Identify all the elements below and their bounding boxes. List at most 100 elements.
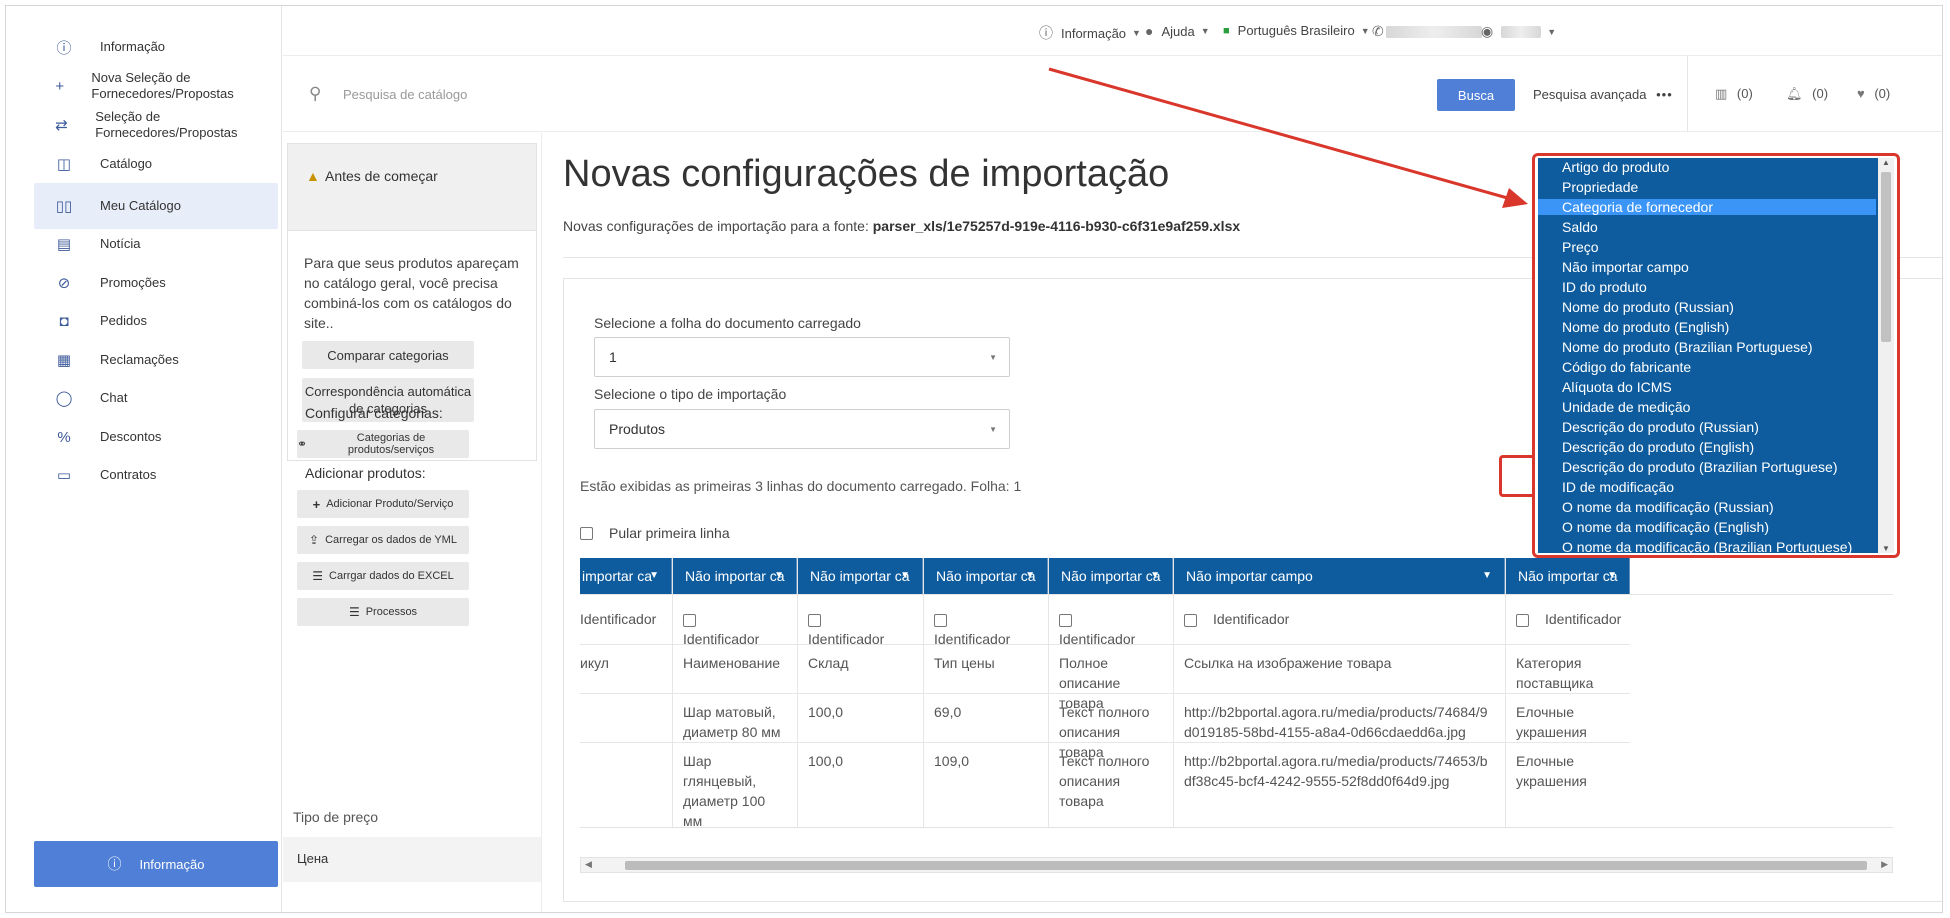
scroll-right-icon[interactable]: ▶ bbox=[1881, 859, 1888, 870]
document-icon: ▭ bbox=[56, 467, 72, 484]
table-column: importar ca ▼ Identificador икул bbox=[580, 558, 673, 827]
language-menu[interactable]: ■ Português Brasileiro ▼ bbox=[1223, 23, 1370, 38]
notifications-counter[interactable]: 🔔︎ (0) bbox=[1786, 86, 1828, 102]
scrollbar-thumb[interactable] bbox=[625, 861, 1867, 870]
dropdown-option[interactable]: ID do produto bbox=[1538, 279, 1876, 295]
price-type-item[interactable]: Цена bbox=[283, 837, 541, 882]
column-field-select[interactable]: Não importar ca ▼ bbox=[1049, 558, 1173, 594]
checkbox[interactable] bbox=[580, 526, 593, 540]
preview-table: importar ca ▼ Identificador икул Não impo… bbox=[580, 558, 1893, 828]
dropdown-list: Artigo do produto Propriedade Categoria … bbox=[1538, 158, 1894, 553]
search-button[interactable]: Busca bbox=[1437, 79, 1515, 111]
add-product-button[interactable]: + Adicionar Produto/Serviço bbox=[297, 490, 469, 518]
dropdown-option[interactable]: ID de modificação bbox=[1538, 479, 1876, 495]
horizontal-scrollbar[interactable]: ◀ ▶ bbox=[580, 857, 1893, 873]
table-column: Não importar campo ▼ Identificador Ссылка… bbox=[1174, 558, 1506, 827]
bell-icon: 🔔︎ bbox=[1786, 86, 1803, 101]
user-menu[interactable]: ◉ ▼ bbox=[1481, 23, 1556, 40]
dropdown-option[interactable]: Artigo do produto bbox=[1538, 159, 1876, 175]
info-menu[interactable]: ⓘ Informação ▼ bbox=[1039, 23, 1141, 43]
column-field-select[interactable]: Não importar ca ▼ bbox=[924, 558, 1048, 594]
scroll-up-icon[interactable]: ▲ bbox=[1882, 158, 1890, 167]
info-button-label: Informação bbox=[139, 856, 205, 872]
dropdown-option[interactable]: Descrição do produto (Brazilian Portugue… bbox=[1538, 459, 1876, 475]
column-field-select[interactable]: Não importar campo ▼ bbox=[1174, 558, 1505, 594]
favorites-count: (0) bbox=[1874, 86, 1891, 101]
dropdown-option[interactable]: Propriedade bbox=[1538, 179, 1876, 195]
identifier-checkbox[interactable] bbox=[1184, 613, 1197, 627]
column-field-select[interactable]: Não importar ca ▼ bbox=[798, 558, 923, 594]
dropdown-option[interactable]: Alíquota do ICMS bbox=[1538, 379, 1876, 395]
identifier-checkbox[interactable] bbox=[1059, 613, 1072, 627]
list-icon: ☰ bbox=[312, 569, 324, 583]
dropdown-option[interactable]: Unidade de medição bbox=[1538, 399, 1876, 415]
identifier-checkbox[interactable] bbox=[1516, 613, 1529, 627]
favorites-counter[interactable]: ♥ (0) bbox=[1857, 86, 1890, 101]
table-column: Não importar ca ▼ Identificador Категория… bbox=[1506, 558, 1893, 827]
table-cell: Елочные украшения bbox=[1506, 742, 1630, 791]
processes-button[interactable]: ☰ Processos bbox=[297, 598, 469, 626]
scroll-down-icon[interactable]: ▼ bbox=[1882, 544, 1890, 553]
dropdown-option[interactable]: O nome da modificação (English) bbox=[1538, 519, 1876, 535]
dropdown-option[interactable]: Saldo bbox=[1538, 219, 1876, 235]
load-yml-button[interactable]: ⇪ Carregar os dados de YML bbox=[297, 526, 469, 554]
identifier-checkbox[interactable] bbox=[808, 613, 821, 627]
load-excel-button[interactable]: ☰ Carrgar dados do EXCEL bbox=[297, 562, 469, 590]
dropdown-option[interactable]: Não importar campo bbox=[1538, 259, 1876, 275]
dropdown-option[interactable]: Nome do produto (English) bbox=[1538, 319, 1876, 335]
dropdown-option[interactable]: Nome do produto (Brazilian Portuguese) bbox=[1538, 339, 1876, 355]
chevron-down-icon: ▼ bbox=[1547, 26, 1557, 37]
heart-icon: ♥ bbox=[1857, 86, 1865, 101]
dropdown-scrollbar[interactable]: ▲ ▼ bbox=[1878, 158, 1894, 553]
table-cell: Текст полного описания товара bbox=[1049, 742, 1173, 809]
column-field-select[interactable]: Não importar ca ▼ bbox=[1506, 558, 1630, 594]
chat-icon: ◯ bbox=[55, 390, 73, 407]
orders-icon: ◘ bbox=[59, 312, 69, 330]
table-column: Não importar ca ▼ Identificador Полное оп… bbox=[1049, 558, 1174, 827]
table-cell: 100,0 bbox=[798, 742, 923, 791]
list-icon: ☰ bbox=[348, 605, 360, 619]
dropdown-option[interactable]: Descrição do produto (English) bbox=[1538, 439, 1876, 455]
advanced-search-label: Pesquisa avançada bbox=[1533, 87, 1647, 102]
chevron-down-icon: ▼ bbox=[1132, 28, 1141, 38]
info-button[interactable]: ⓘ Informação bbox=[34, 841, 278, 887]
sidebar-item-catalog[interactable]: ◫ Catálogo bbox=[34, 141, 278, 187]
scroll-left-icon[interactable]: ◀ bbox=[585, 859, 592, 870]
dropdown-option-selected[interactable]: Categoria de fornecedor bbox=[1538, 199, 1876, 215]
dropdown-option[interactable]: Preço bbox=[1538, 239, 1876, 255]
left-panel: ▲ Antes de começar Para que seus produto… bbox=[283, 133, 542, 912]
sidebar-item-contracts[interactable]: ▭ Contratos bbox=[34, 452, 278, 498]
table-cell: Текст полного описания товара bbox=[1049, 693, 1173, 760]
advanced-search-link[interactable]: Pesquisa avançada ••• bbox=[1533, 87, 1673, 102]
sheet-select[interactable]: 1 ▼ bbox=[594, 337, 1010, 377]
table-column: Não importar ca ▼ Identificador Наименова… bbox=[673, 558, 798, 827]
search-input[interactable] bbox=[343, 81, 943, 107]
table-cell bbox=[580, 693, 672, 742]
skip-first-row-checkbox[interactable]: Pular primeira linha bbox=[580, 525, 730, 541]
dropdown-option[interactable]: Código do fabricante bbox=[1538, 359, 1876, 375]
dropdown-option[interactable]: O nome da modificação (Brazilian Portugu… bbox=[1538, 539, 1876, 553]
dropdown-option[interactable]: Descrição do produto (Russian) bbox=[1538, 419, 1876, 435]
identifier-cell: Identificador bbox=[1506, 594, 1893, 644]
column-field-select[interactable]: importar ca ▼ bbox=[580, 558, 672, 594]
compare-counter[interactable]: ▥ (0) bbox=[1715, 86, 1753, 102]
table-cell: 109,0 bbox=[924, 742, 1048, 791]
identifier-checkbox[interactable] bbox=[934, 613, 947, 627]
dropdown-option[interactable]: O nome da modificação (Russian) bbox=[1538, 499, 1876, 515]
upload-icon: ⇪ bbox=[309, 533, 320, 547]
import-type-select[interactable]: Produtos ▼ bbox=[594, 409, 1010, 449]
product-categories-button[interactable]: ⚭ Categorias de produtos/serviços bbox=[297, 430, 469, 458]
column-field-select[interactable]: Não importar ca ▼ bbox=[673, 558, 797, 594]
identifier-checkbox[interactable] bbox=[683, 613, 696, 627]
table-cell: http://b2bportal.agora.ru/media/products… bbox=[1174, 742, 1505, 791]
compare-categories-button[interactable]: Comparar categorias bbox=[302, 341, 474, 369]
search-icon: ⚲ bbox=[309, 84, 322, 103]
top-bar: ⓘ Informação ▼ ● Ajuda ▼ ■ Português Bra… bbox=[283, 6, 1942, 56]
table-cell: Шар матовый, диаметр 80 мм bbox=[673, 693, 797, 742]
help-menu-label: Ajuda bbox=[1161, 23, 1195, 39]
search-bar: ⚲ Busca Pesquisa avançada ••• ▥ (0) 🔔︎ (… bbox=[283, 56, 1942, 132]
info-icon: ⓘ bbox=[1039, 25, 1053, 41]
help-menu[interactable]: ● Ajuda ▼ bbox=[1145, 23, 1210, 39]
dropdown-option[interactable]: Nome do produto (Russian) bbox=[1538, 299, 1876, 315]
scrollbar-thumb[interactable] bbox=[1881, 172, 1891, 342]
